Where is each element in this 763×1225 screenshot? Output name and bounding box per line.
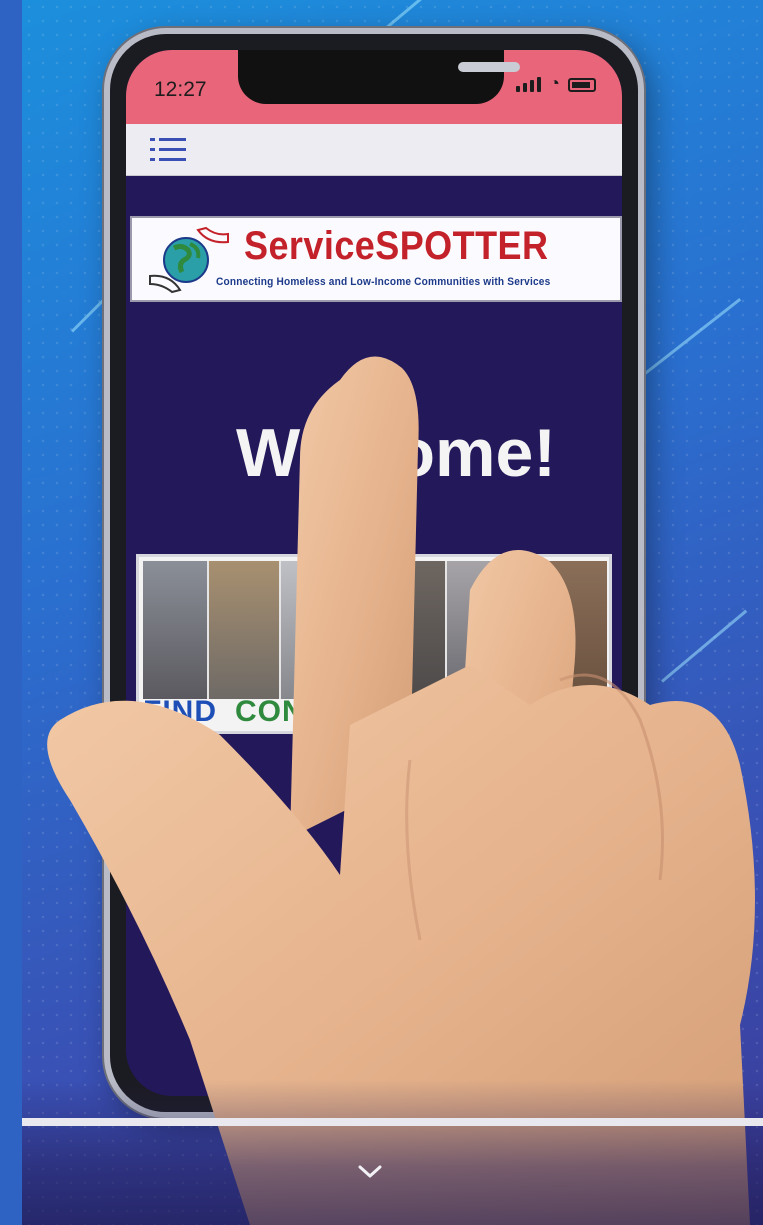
video-controls-shade (22, 1080, 763, 1225)
menu-icon[interactable] (150, 136, 186, 164)
speaker-grille (458, 62, 520, 72)
battery-icon (568, 78, 596, 92)
banner-photo-collage (143, 561, 607, 699)
phone-notch (238, 50, 520, 104)
logo-tagline: Connecting Homeless and Low-Income Commu… (216, 276, 551, 288)
left-edge-strip (0, 0, 22, 1225)
caption-find: FIND (143, 695, 217, 728)
wifi-icon: ◔ (549, 73, 560, 93)
logo-title: ServiceSPOTTER (244, 224, 549, 268)
how-it-works-text: How (222, 794, 277, 824)
phone-device: 12:27 ◔ ServiceSPOTTER Connecting Homele… (104, 28, 644, 1118)
expand-button[interactable] (346, 1154, 394, 1190)
servicespotter-logo: ServiceSPOTTER Connecting Homeless and L… (130, 216, 622, 302)
status-time: 12:27 (154, 78, 207, 101)
signal-icon (516, 74, 542, 92)
status-bar: 12:27 ◔ (126, 50, 622, 124)
status-icons: ◔ (516, 74, 596, 92)
banner-caption: FIND CONNECT ACCESS (143, 695, 539, 729)
caption-connect: CONNECT (235, 695, 391, 728)
video-progress-fill (22, 1118, 763, 1126)
welcome-heading: Welcome! (236, 415, 556, 491)
video-progress-bar[interactable] (22, 1118, 763, 1126)
chevron-down-icon (358, 1165, 382, 1178)
app-nav-bar (126, 124, 622, 176)
find-connect-access-banner: FIND CONNECT ACCESS (136, 554, 612, 734)
caption-access: ACCESS (408, 695, 540, 728)
phone-screen: 12:27 ◔ ServiceSPOTTER Connecting Homele… (126, 50, 622, 1096)
